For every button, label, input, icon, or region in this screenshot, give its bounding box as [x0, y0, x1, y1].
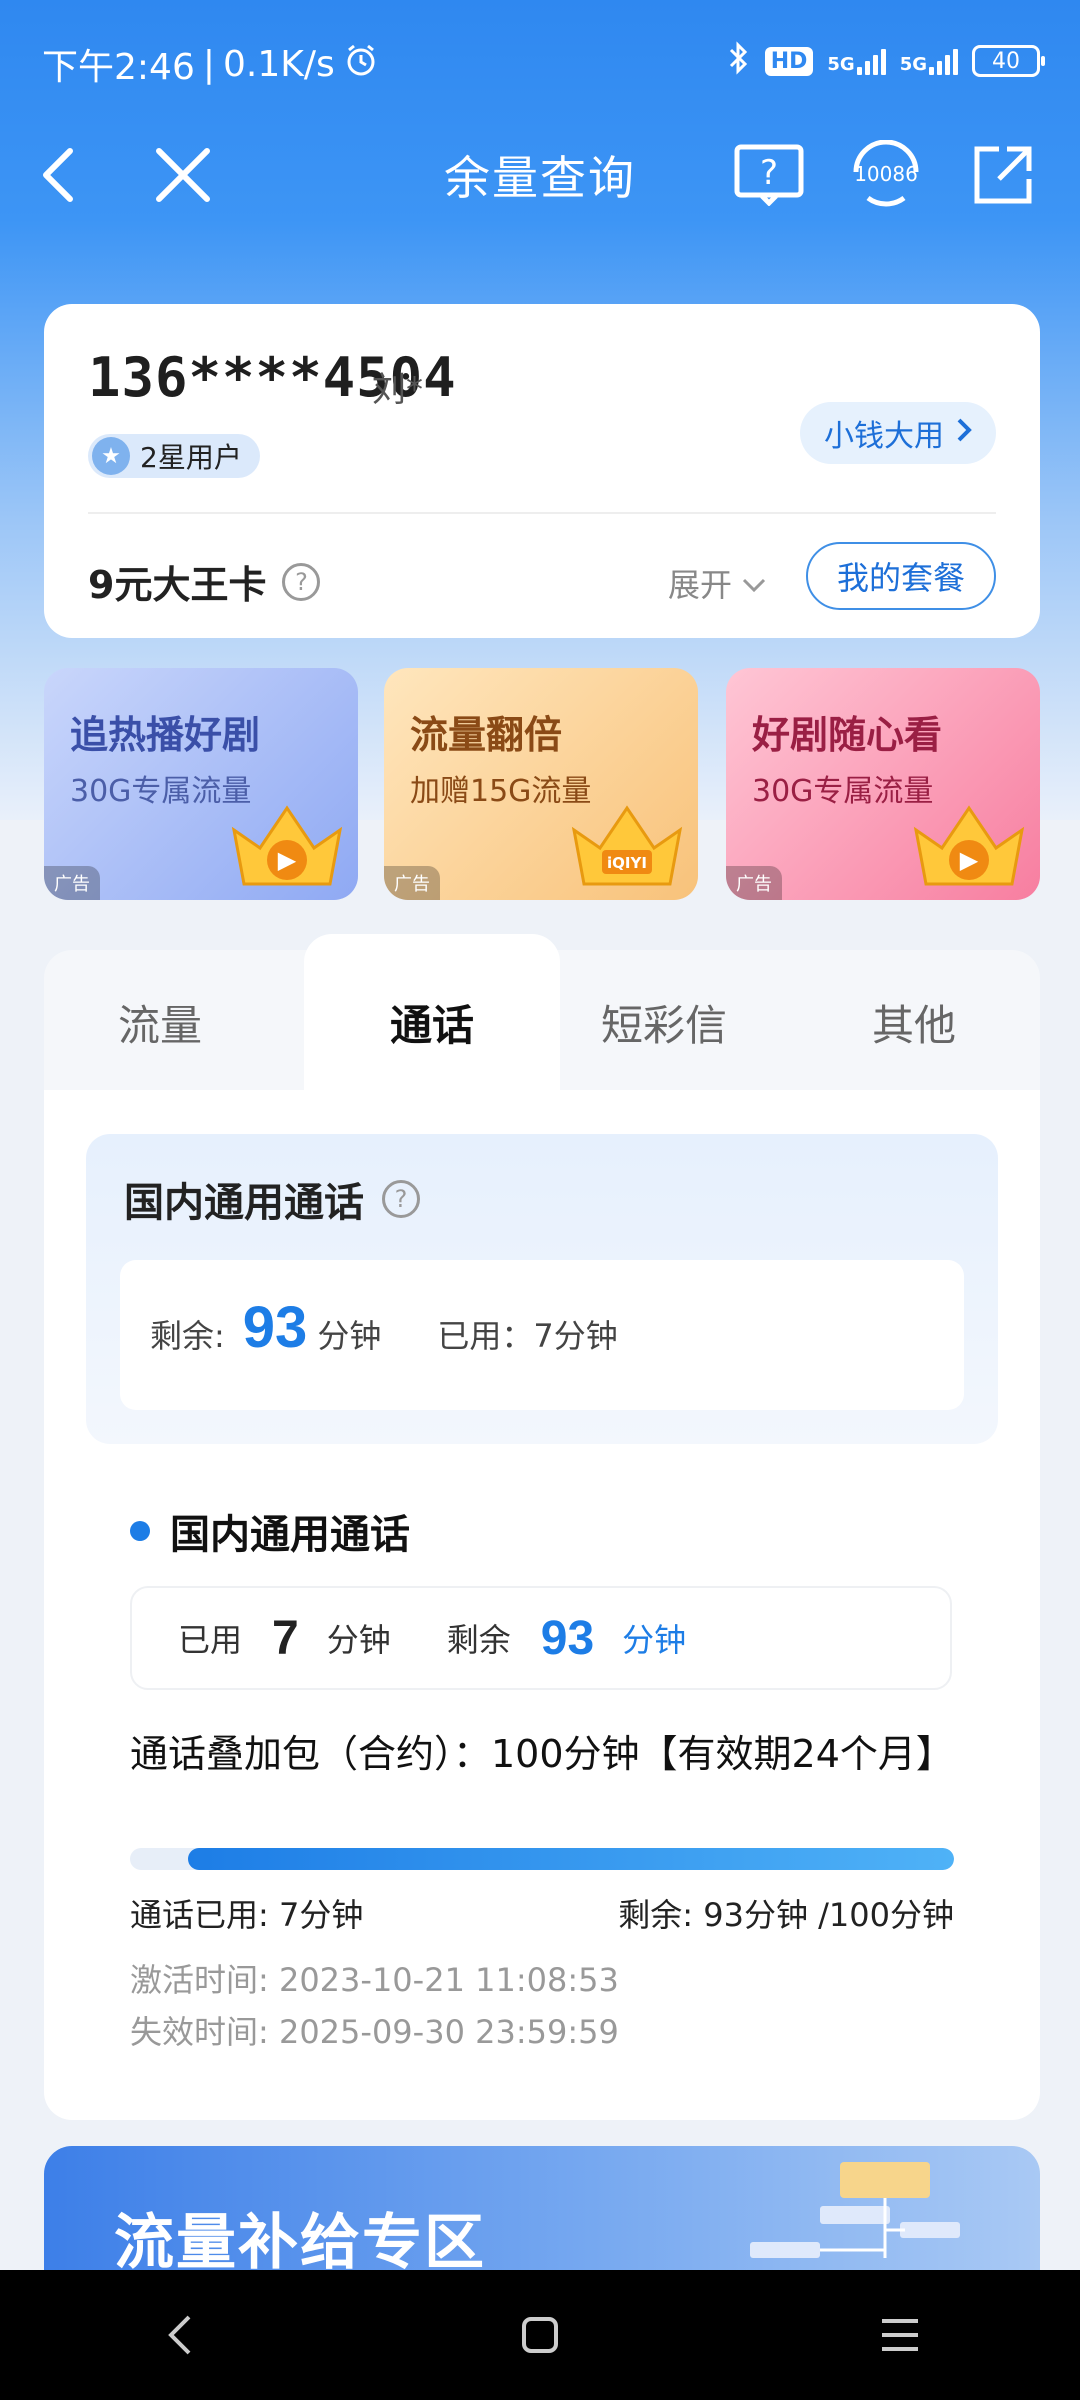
system-back-icon[interactable]	[140, 2295, 220, 2375]
help-book-icon[interactable]: ?	[734, 140, 804, 210]
used-value: 7	[272, 1611, 299, 1665]
crown-icon: iQIYI	[571, 805, 683, 886]
data-supply-banner[interactable]: 流量补给专区	[44, 2146, 1040, 2276]
status-left: 下午2:46 | 0.1K/s	[42, 38, 379, 90]
star-level-label: 2星用户	[140, 441, 242, 474]
user-name: 刘*	[372, 370, 423, 410]
promo-title: 好剧随心看	[752, 713, 943, 757]
detail-used-remaining: 已用 7 分钟 剩余 93 分钟	[130, 1586, 952, 1690]
used-text: 通话已用: 7分钟	[130, 1896, 364, 1934]
activation-time: 激活时间: 2023-10-21 11:08:53	[130, 1961, 619, 1999]
promo-title: 追热播好剧	[70, 713, 261, 757]
my-plan-button[interactable]: 我的套餐	[806, 542, 996, 610]
small-money-button[interactable]: 小钱大用	[800, 402, 996, 464]
chevron-right-icon	[956, 416, 972, 451]
remaining-value: 93	[540, 1611, 595, 1665]
divider	[88, 512, 996, 514]
call-usage-card: 国内通用通话 ? 剩余: 93 分钟 已用：7分钟 国内通用通话 已用 7 分钟…	[44, 1090, 1040, 2120]
remaining-unit: 分钟	[622, 1621, 687, 1659]
plan-name: 9元大王卡 ?	[88, 554, 321, 609]
promo-title: 流量翻倍	[410, 713, 563, 757]
expand-toggle[interactable]: 展开	[668, 560, 768, 606]
star-icon: ★	[92, 437, 130, 475]
tab-calls[interactable]: 通话	[332, 992, 532, 1053]
promo-subtitle: 30G专属流量	[70, 774, 252, 809]
tab-data[interactable]: 流量	[60, 992, 260, 1053]
promo-subtitle: 30G专属流量	[752, 774, 934, 809]
remaining-label: 剩余	[446, 1621, 511, 1659]
summary-values: 剩余: 93 分钟 已用：7分钟	[120, 1260, 964, 1410]
system-menu-icon[interactable]	[860, 2295, 940, 2375]
status-time: 下午2:46	[42, 47, 195, 88]
status-bar: 下午2:46 | 0.1K/s HD 5G 5G 40	[0, 0, 1080, 126]
call-summary: 国内通用通话 ? 剩余: 93 分钟 已用：7分钟	[86, 1134, 998, 1444]
signal-bars-icon	[929, 47, 958, 75]
alarm-icon	[343, 42, 379, 87]
promo-banner-1[interactable]: 追热播好剧 30G专属流量 ▶ 广告	[44, 668, 358, 900]
battery-icon: 40	[972, 45, 1045, 77]
signal-2: 5G	[900, 47, 958, 75]
tab-sms[interactable]: 短彩信	[564, 992, 764, 1053]
network-speed: 0.1K/s	[222, 43, 335, 85]
ad-tag: 广告	[726, 866, 782, 900]
promo-subtitle: 加赠15G流量	[410, 774, 592, 809]
system-nav-bar	[0, 2270, 1080, 2400]
tab-other[interactable]: 其他	[814, 992, 1014, 1053]
ad-tag: 广告	[384, 866, 440, 900]
progress-labels: 通话已用: 7分钟 剩余: 93分钟 /100分钟	[130, 1890, 954, 1936]
hd-badge: HD	[764, 46, 814, 76]
question-icon[interactable]: ?	[382, 1180, 420, 1218]
account-card: 136****4504 刘* ★ 2星用户 小钱大用 9元大王卡 ? 展开 我的…	[44, 304, 1040, 638]
used-unit: 分钟	[326, 1621, 391, 1659]
chevron-down-icon	[740, 564, 768, 602]
ad-tag: 广告	[44, 866, 100, 900]
svg-text:▶: ▶	[278, 846, 297, 874]
crown-icon: ▶	[913, 805, 1025, 886]
question-icon[interactable]: ?	[282, 562, 321, 601]
share-external-icon[interactable]	[968, 140, 1038, 210]
remaining-label: 剩余:	[150, 1317, 225, 1355]
promo-banner-3[interactable]: 好剧随心看 30G专属流量 ▶ 广告	[726, 668, 1040, 900]
crown-icon: ▶	[231, 805, 343, 886]
bluetooth-icon	[727, 40, 751, 82]
banner-title: 流量补给专区	[114, 2208, 486, 2276]
svg-text:▶: ▶	[960, 846, 979, 874]
system-home-icon[interactable]	[500, 2295, 580, 2375]
package-description: 通话叠加包（合约）：100分钟【有效期24个月】	[130, 1732, 954, 1776]
summary-title: 国内通用通话 ?	[124, 1170, 420, 1228]
remaining-text: 剩余: 93分钟 /100分钟	[618, 1896, 954, 1934]
customer-service-icon[interactable]: 10086	[848, 140, 924, 210]
svg-text:?: ?	[760, 153, 778, 193]
detail-title: 国内通用通话	[130, 1502, 410, 1560]
map-illustration-icon	[750, 2162, 960, 2258]
service-number: 10086	[854, 162, 918, 186]
star-level-badge: ★ 2星用户	[88, 434, 260, 478]
used-label: 已用	[178, 1621, 243, 1659]
nav-bar: 余量查询 ? 10086	[0, 126, 1080, 226]
status-right: HD 5G 5G 40	[727, 40, 1045, 82]
validity-dates: 激活时间: 2023-10-21 11:08:53 失效时间: 2025-09-…	[130, 1954, 619, 2058]
used-text: 已用：7分钟	[437, 1317, 618, 1355]
bullet-dot-icon	[130, 1521, 150, 1541]
remaining-value: 93	[242, 1295, 308, 1360]
usage-tabs: 流量 通话 短彩信 其他	[44, 934, 1040, 1092]
promo-banner-2[interactable]: 流量翻倍 加赠15G流量 iQIYI 广告	[384, 668, 698, 900]
signal-1: 5G	[827, 47, 886, 75]
usage-progress-bar	[130, 1848, 954, 1870]
progress-fill	[187, 1848, 954, 1870]
expiry-time: 失效时间: 2025-09-30 23:59:59	[130, 2013, 619, 2051]
signal-bars-icon	[856, 47, 886, 75]
remaining-unit: 分钟	[317, 1317, 382, 1355]
svg-text:iQIYI: iQIYI	[607, 854, 647, 872]
